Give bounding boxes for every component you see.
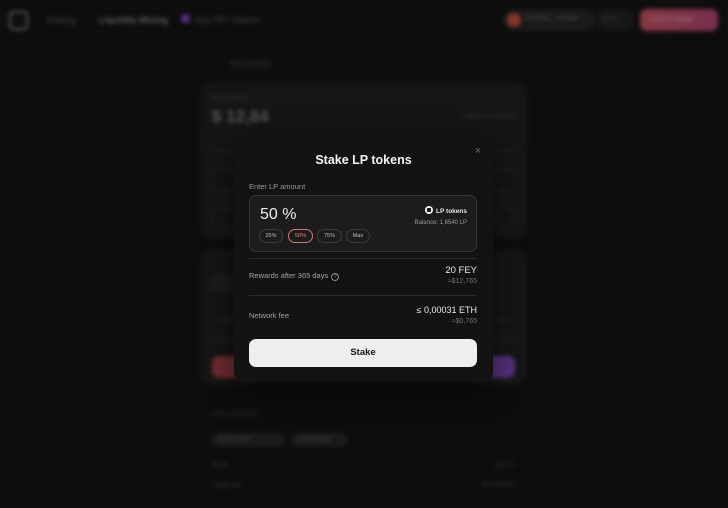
percent-max-button[interactable]: Max <box>346 229 370 243</box>
divider <box>249 258 477 259</box>
percent-25-button[interactable]: 25% <box>259 229 283 243</box>
close-icon[interactable]: × <box>471 144 485 158</box>
divider <box>249 295 477 296</box>
lp-balance: Balance: 1,6540 LP <box>414 220 467 226</box>
percent-75-button[interactable]: 75% <box>317 229 342 243</box>
rewards-value: 20 FEY <box>445 265 477 276</box>
network-fee-value: ≤ 0,00031 ETH <box>416 305 477 315</box>
modal-title: Stake LP tokens <box>315 153 412 167</box>
lp-amount-input-box[interactable]: 50 % 25% 50% 75% Max LP tokens Balance: … <box>249 195 477 252</box>
token-badge: LP tokens <box>425 206 467 215</box>
network-fee-usd: ≈$0,765 <box>451 318 477 325</box>
percent-50-button[interactable]: 50% <box>288 229 313 243</box>
info-icon[interactable]: ? <box>331 273 340 281</box>
stake-modal: Stake LP tokens × Enter LP amount 50 % 2… <box>234 137 493 382</box>
lp-token-icon <box>425 206 434 214</box>
enter-amount-label: Enter LP amount <box>249 182 306 191</box>
stake-button[interactable]: Stake <box>249 339 477 367</box>
lp-amount-input[interactable]: 50 % <box>260 206 296 224</box>
token-label: LP tokens <box>436 208 467 215</box>
network-fee-label: Network fee <box>249 311 290 320</box>
rewards-label-row: Rewards after 365 days? <box>249 271 340 281</box>
rewards-label: Rewards after 365 days <box>249 271 329 280</box>
rewards-usd: ≈$12,765 <box>447 278 477 285</box>
